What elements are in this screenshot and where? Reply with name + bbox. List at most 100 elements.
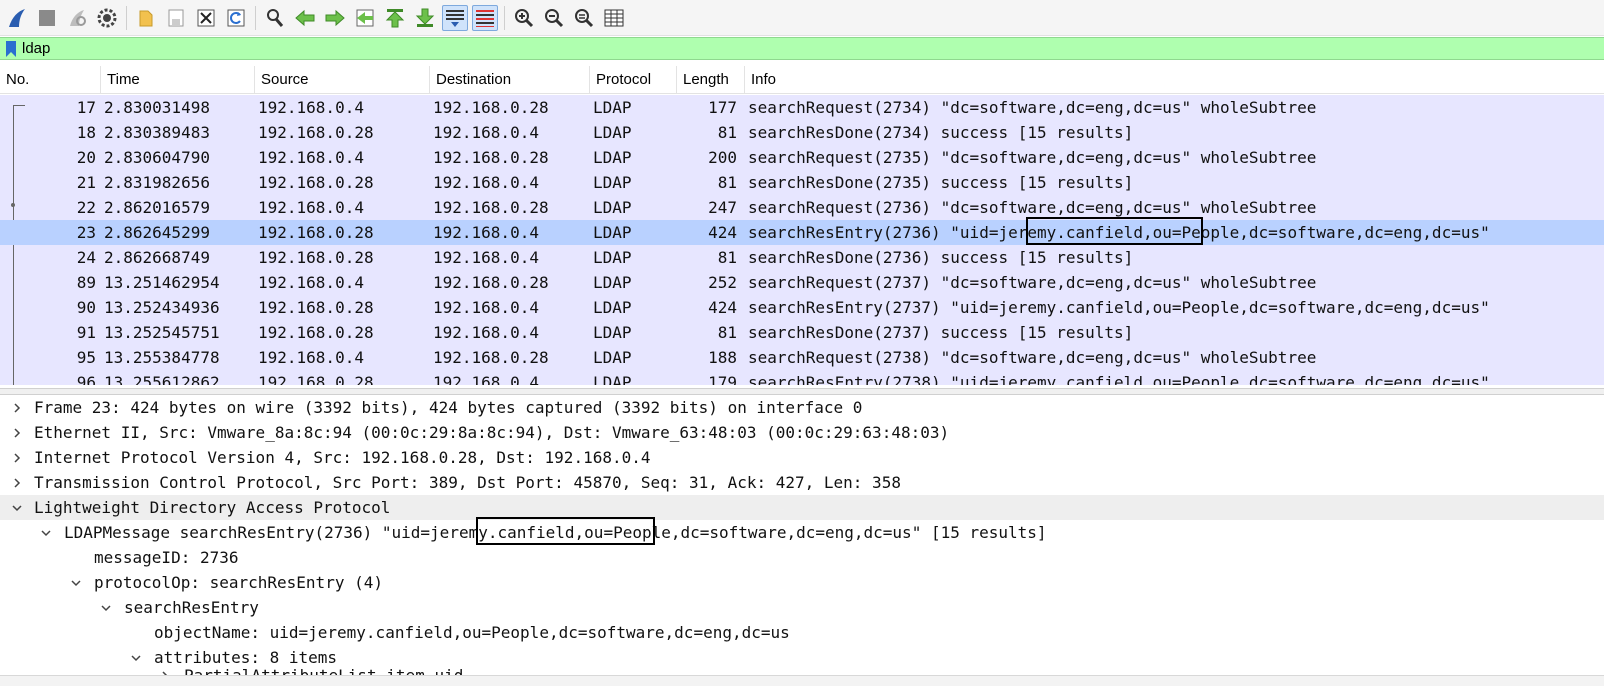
go-forward-icon bbox=[325, 9, 345, 26]
go-back-button[interactable] bbox=[292, 5, 318, 31]
packet-destination: 192.168.0.28 bbox=[433, 273, 549, 292]
open-file-button[interactable] bbox=[133, 5, 159, 31]
toolbar-separator bbox=[126, 5, 127, 30]
tree-item-messageid[interactable]: messageID: 2736 bbox=[0, 545, 1604, 570]
zoom-in-icon bbox=[515, 8, 534, 27]
column-header-time[interactable]: Time bbox=[101, 66, 255, 93]
packet-row[interactable]: 95 13.255384778 192.168.0.4 192.168.0.28… bbox=[0, 345, 1604, 370]
expand-arrow-icon[interactable] bbox=[10, 395, 24, 420]
shark-fin-icon bbox=[9, 8, 25, 27]
tree-item-ethernet[interactable]: Ethernet II, Src: Vmware_8a:8c:94 (00:0c… bbox=[0, 420, 1604, 445]
packet-row[interactable]: 24 2.862668749 192.168.0.28 192.168.0.4 … bbox=[0, 245, 1604, 270]
packet-destination: 192.168.0.4 bbox=[433, 323, 539, 342]
packet-row[interactable]: 90 13.252434936 192.168.0.28 192.168.0.4… bbox=[0, 295, 1604, 320]
collapse-arrow-icon[interactable] bbox=[99, 595, 113, 620]
reload-file-button[interactable] bbox=[223, 5, 249, 31]
packet-row[interactable]: 18 2.830389483 192.168.0.28 192.168.0.4 … bbox=[0, 120, 1604, 145]
autoscroll-icon bbox=[446, 9, 464, 27]
first-packet-button[interactable] bbox=[382, 5, 408, 31]
column-header-protocol[interactable]: Protocol bbox=[590, 66, 677, 93]
zoom-in-button[interactable] bbox=[511, 5, 537, 31]
packet-row-selected[interactable]: 23 2.862645299 192.168.0.28 192.168.0.4 … bbox=[0, 220, 1604, 245]
expand-arrow-icon[interactable] bbox=[158, 663, 172, 675]
packet-no: 17 bbox=[76, 98, 96, 117]
packet-list[interactable]: 17 2.830031498 192.168.0.4 192.168.0.28 … bbox=[0, 95, 1604, 385]
tree-item-label: searchResEntry bbox=[124, 598, 259, 617]
tree-item-searchresentry[interactable]: searchResEntry bbox=[0, 595, 1604, 620]
display-filter-input[interactable] bbox=[22, 38, 1522, 59]
packet-source: 192.168.0.4 bbox=[258, 273, 364, 292]
reload-icon bbox=[227, 9, 245, 26]
packet-protocol: LDAP bbox=[593, 148, 632, 167]
display-filter-bar bbox=[0, 37, 1604, 60]
first-packet-icon bbox=[385, 8, 405, 27]
tree-item-ipv4[interactable]: Internet Protocol Version 4, Src: 192.16… bbox=[0, 445, 1604, 470]
zoom-normal-button[interactable] bbox=[571, 5, 597, 31]
packet-destination: 192.168.0.4 bbox=[433, 298, 539, 317]
packet-destination: 192.168.0.4 bbox=[433, 173, 539, 192]
packet-length: 81 bbox=[717, 173, 737, 192]
packet-protocol: LDAP bbox=[593, 273, 632, 292]
start-capture-button[interactable] bbox=[4, 5, 30, 31]
restart-capture-button[interactable] bbox=[64, 5, 90, 31]
go-forward-button[interactable] bbox=[322, 5, 348, 31]
go-to-packet-button[interactable] bbox=[352, 5, 378, 31]
packet-row[interactable]: 17 2.830031498 192.168.0.4 192.168.0.28 … bbox=[0, 95, 1604, 120]
column-header-source[interactable]: Source bbox=[255, 66, 430, 93]
capture-options-button[interactable] bbox=[94, 5, 120, 31]
column-header-destination[interactable]: Destination bbox=[430, 66, 590, 93]
packet-row[interactable]: 91 13.252545751 192.168.0.28 192.168.0.4… bbox=[0, 320, 1604, 345]
tree-item-ldap[interactable]: Lightweight Directory Access Protocol bbox=[0, 495, 1604, 520]
zoom-out-button[interactable] bbox=[541, 5, 567, 31]
expand-arrow-icon[interactable] bbox=[10, 420, 24, 445]
tree-item-label: objectName: uid=jeremy.canfield,ou=Peopl… bbox=[154, 623, 790, 642]
packet-row[interactable]: 96 13.255612862 192.168.0.28 192.168.0.4… bbox=[0, 370, 1604, 385]
packet-time: 13.252434936 bbox=[104, 298, 220, 317]
tree-item-ldapmessage[interactable]: LDAPMessage searchResEntry(2736) "uid=je… bbox=[0, 520, 1604, 545]
packet-protocol: LDAP bbox=[593, 198, 632, 217]
stop-capture-button[interactable] bbox=[34, 5, 60, 31]
options-gear-icon bbox=[97, 8, 117, 27]
packet-row[interactable]: 22 2.862016579 192.168.0.4 192.168.0.28 … bbox=[0, 195, 1604, 220]
resize-columns-button[interactable] bbox=[601, 5, 627, 31]
packet-row[interactable]: 20 2.830604790 192.168.0.4 192.168.0.28 … bbox=[0, 145, 1604, 170]
autoscroll-button[interactable] bbox=[442, 4, 468, 31]
collapse-arrow-icon[interactable] bbox=[10, 495, 24, 520]
packet-details-pane[interactable]: Frame 23: 424 bytes on wire (3392 bits),… bbox=[0, 395, 1604, 675]
packet-protocol: LDAP bbox=[593, 348, 632, 367]
restart-icon bbox=[70, 9, 86, 26]
packet-no: 20 bbox=[76, 148, 96, 167]
toolbar-separator bbox=[504, 5, 505, 30]
tree-item-objectname[interactable]: objectName: uid=jeremy.canfield,ou=Peopl… bbox=[0, 620, 1604, 645]
packet-destination: 192.168.0.4 bbox=[433, 373, 539, 385]
packet-row[interactable]: 89 13.251462954 192.168.0.4 192.168.0.28… bbox=[0, 270, 1604, 295]
tree-item-partial-attribute[interactable]: PartialAttributeList item uid bbox=[0, 663, 1604, 675]
column-header-length[interactable]: Length bbox=[677, 66, 745, 93]
pane-splitter[interactable] bbox=[0, 388, 1604, 395]
highlight-box-username bbox=[1026, 217, 1203, 245]
packet-no: 96 bbox=[76, 373, 96, 385]
save-file-button[interactable] bbox=[163, 5, 189, 31]
last-packet-button[interactable] bbox=[412, 5, 438, 31]
packet-no: 23 bbox=[76, 223, 96, 242]
bookmark-icon[interactable] bbox=[6, 40, 16, 57]
expand-arrow-icon[interactable] bbox=[10, 445, 24, 470]
tree-item-label: Frame 23: 424 bytes on wire (3392 bits),… bbox=[34, 398, 863, 417]
tree-item-protocolop[interactable]: protocolOp: searchResEntry (4) bbox=[0, 570, 1604, 595]
column-header-info[interactable]: Info bbox=[745, 66, 1604, 93]
tree-item-frame[interactable]: Frame 23: 424 bytes on wire (3392 bits),… bbox=[0, 395, 1604, 420]
colorize-button[interactable] bbox=[472, 4, 498, 31]
packet-source: 192.168.0.28 bbox=[258, 323, 374, 342]
expand-arrow-icon[interactable] bbox=[10, 470, 24, 495]
packet-row[interactable]: 21 2.831982656 192.168.0.28 192.168.0.4 … bbox=[0, 170, 1604, 195]
details-horizontal-scrollbar[interactable] bbox=[0, 675, 1604, 686]
last-packet-icon bbox=[415, 8, 435, 27]
packet-info: searchResDone(2734) success [15 results] bbox=[748, 123, 1134, 142]
collapse-arrow-icon[interactable] bbox=[39, 520, 53, 545]
packet-no: 22 bbox=[76, 198, 96, 217]
find-packet-button[interactable] bbox=[262, 5, 288, 31]
column-header-no[interactable]: No. bbox=[0, 66, 101, 93]
tree-item-tcp[interactable]: Transmission Control Protocol, Src Port:… bbox=[0, 470, 1604, 495]
close-file-button[interactable] bbox=[193, 5, 219, 31]
collapse-arrow-icon[interactable] bbox=[69, 570, 83, 595]
